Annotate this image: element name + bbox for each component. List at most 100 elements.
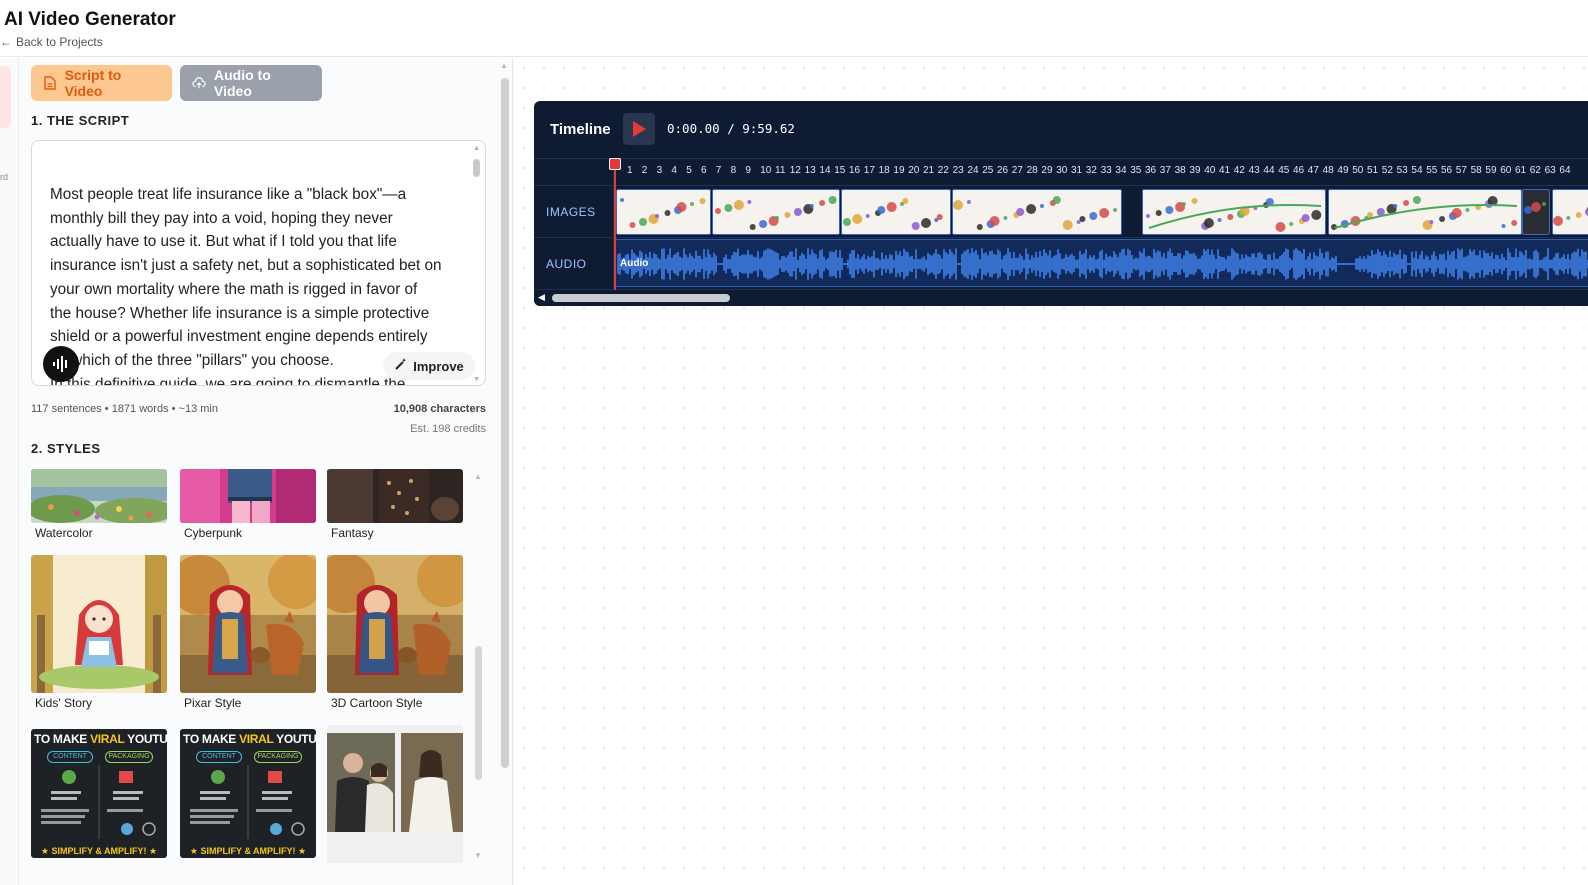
page-title: AI Video Generator (4, 9, 176, 30)
tab-audio-to-video[interactable]: Audio to Video (180, 65, 322, 101)
audio-waveform (617, 248, 1588, 280)
image-clip[interactable] (1328, 189, 1522, 235)
ruler-tick-label: 12 (789, 165, 801, 176)
poster-footer: ★ SIMPLIFY & AMPLIFY! ★ (40, 846, 158, 856)
ruler-tick-label: 34 (1115, 165, 1127, 176)
ruler-tick-label: 37 (1159, 165, 1171, 176)
ruler-tick-label: 43 (1248, 165, 1260, 176)
ruler-tick-label: 18 (878, 165, 890, 176)
ruler-tick-label: 16 (849, 165, 861, 176)
sidebar-active-indicator[interactable] (0, 66, 11, 128)
script-scrollbar-thumb[interactable] (473, 159, 480, 177)
style-label: Pixar Style (184, 696, 242, 710)
voice-input-button[interactable] (43, 346, 79, 382)
timecode: 0:00.00 / 9:59.62 (667, 121, 795, 136)
style-thumbnail (180, 555, 316, 693)
ruler-tick-label: 28 (1026, 165, 1038, 176)
ruler-tick-label: 8 (730, 165, 737, 176)
ruler-tick-label: 31 (1071, 165, 1083, 176)
timeline-scrollbar-thumb[interactable] (552, 294, 730, 302)
ruler-tick-label: 32 (1085, 165, 1097, 176)
play-button[interactable] (623, 113, 655, 145)
ruler-tick-label: 22 (937, 165, 949, 176)
image-clip[interactable] (616, 189, 711, 235)
ruler-tick-label: 38 (1174, 165, 1186, 176)
ruler-tick-label: 60 (1500, 165, 1512, 176)
script-line: your own mortality where the math is rig… (50, 280, 418, 298)
panel-scrollbar-thumb[interactable] (501, 78, 509, 768)
ruler-tick-label: 24 (967, 165, 979, 176)
audio-clip[interactable] (615, 239, 1588, 287)
collapsed-sidebar: rd (0, 58, 19, 885)
app-header: AI Video Generator ← Back to Projects (0, 0, 1588, 57)
image-clip[interactable] (952, 189, 1122, 235)
improve-label: Improve (413, 358, 464, 374)
ruler-tick-label: 14 (819, 165, 831, 176)
ruler-tick-label: 64 (1559, 165, 1571, 176)
back-to-projects-link[interactable]: ← Back to Projects (0, 35, 103, 49)
ruler-tick-label: 6 (701, 165, 707, 176)
improve-button[interactable]: Improve (383, 352, 475, 380)
tab-script-to-video[interactable]: Script to Video (31, 65, 172, 101)
script-line: monthly bill they pay into a void, hopin… (50, 209, 393, 227)
ruler-tick-label: 47 (1307, 165, 1319, 176)
image-clip[interactable] (841, 189, 951, 235)
ruler-tick-label: 9 (745, 165, 751, 176)
script-textarea[interactable]: Most people treat life insurance like a … (31, 140, 486, 386)
style-label: Kids' Story (35, 696, 92, 710)
playhead-handle[interactable] (609, 158, 621, 170)
image-clip[interactable] (1142, 189, 1326, 235)
poster-title: YOUTUBE VI (276, 732, 316, 746)
ruler-gutter (534, 159, 614, 187)
image-clip[interactable] (1522, 189, 1550, 235)
style-thumbnail (31, 555, 167, 693)
sidebar-cut-label: rd (0, 172, 9, 182)
ruler-tick-label: 49 (1337, 165, 1349, 176)
ruler-tick-label: 5 (686, 165, 692, 176)
panel-scroll-up-icon[interactable]: ▲ (500, 61, 508, 70)
style-thumbnail (327, 555, 463, 693)
timeline-ruler[interactable]: 1 2 3 4 5 6 7 8 9 10 11 12 13 14 15 16 17 18 19 20 21 22 23 24 2… (534, 158, 1588, 187)
style-label: 3D Cartoon Style (331, 696, 423, 710)
images-track-label: IMAGES (546, 205, 596, 219)
tab-label: Script to Video (64, 67, 122, 99)
ruler-tick-label: 7 (715, 165, 722, 176)
ruler-tick-label: 3 (656, 165, 663, 176)
ruler-tick-label: 26 (997, 165, 1009, 176)
styles-section-heading: 2. STYLES (31, 441, 101, 456)
poster-title: TO MAKE (34, 732, 91, 746)
waveform-path (617, 248, 1588, 280)
image-clip[interactable] (1552, 189, 1588, 235)
styles-scroll-up-icon[interactable]: ▲ (474, 472, 482, 481)
play-icon (633, 121, 646, 137)
ruler-tick-label: 50 (1352, 165, 1364, 176)
scroll-down-arrow-icon[interactable]: ▼ (473, 376, 480, 383)
poster-title-highlight: VIRAL (90, 732, 125, 746)
playhead-line[interactable] (614, 158, 616, 290)
timeline-title: Timeline (550, 121, 611, 138)
scroll-left-arrow-icon[interactable]: ◀ (538, 292, 545, 303)
poster-content-chip: CONTENT (47, 751, 93, 763)
ruler-tick-label: 55 (1426, 165, 1438, 176)
magic-wand-icon (394, 358, 407, 374)
script-line: insurance isn't just a safety net, but a… (50, 257, 442, 275)
ruler-tick-label: 44 (1263, 165, 1275, 176)
ruler-tick-label: 30 (1056, 165, 1068, 176)
style-thumbnail: TO MAKE VIRAL YOUTUBE VI CONTENT PACKAGI… (31, 729, 167, 858)
styles-scroll-down-icon[interactable]: ▼ (474, 851, 482, 860)
style-label: Watercolor (35, 526, 93, 540)
ruler-tick-label: 59 (1485, 165, 1497, 176)
ruler-tick-label: 42 (1233, 165, 1245, 176)
audio-clip-label: Audio (620, 258, 649, 269)
ruler-tick-label: 23 (952, 165, 964, 176)
image-clip[interactable] (712, 189, 840, 235)
styles-scrollbar-thumb[interactable] (475, 646, 482, 780)
ruler-tick-label: 27 (1011, 165, 1023, 176)
poster-packaging-chip: PACKAGING (105, 751, 153, 763)
character-count: 10,908 characters (393, 403, 486, 415)
timeline-horizontal-scrollbar[interactable]: ◀ (534, 290, 1588, 306)
ruler-tick-label: 52 (1381, 165, 1393, 176)
scroll-up-arrow-icon[interactable]: ▲ (473, 145, 480, 152)
style-thumbnail (31, 469, 167, 523)
poster-footer: ★ SIMPLIFY & AMPLIFY! ★ (189, 846, 307, 856)
